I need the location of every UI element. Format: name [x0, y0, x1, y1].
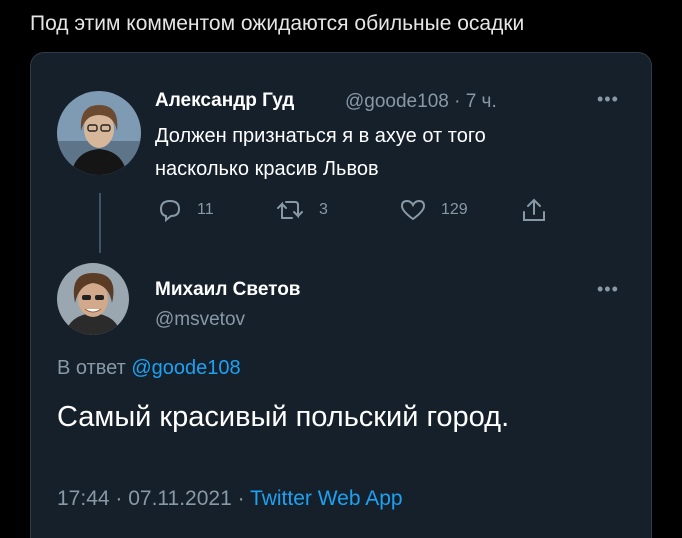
reply-handle[interactable]: @msvetov: [155, 309, 245, 331]
reply-more-icon[interactable]: •••: [597, 279, 619, 300]
parent-tweet-text: Должен признаться я в ахуе от того наско…: [155, 120, 486, 186]
thread-connector-line: [99, 193, 101, 253]
reply-author-name[interactable]: Михаил Светов: [155, 279, 300, 301]
parent-text-line2: насколько красив Львов: [155, 158, 379, 180]
like-count: 129: [441, 201, 468, 218]
parent-author-name[interactable]: Александр Гуд: [155, 90, 294, 112]
reply-icon: [159, 199, 181, 222]
parent-text-line1: Должен признаться я в ахуе от того: [155, 125, 486, 147]
retweet-icon: [277, 201, 303, 219]
share-action[interactable]: [521, 197, 547, 223]
reply-to-line: В ответ @goode108: [57, 357, 241, 380]
avatar-goode108[interactable]: [57, 91, 141, 175]
avatar-msvetov[interactable]: [57, 263, 129, 335]
reply-action[interactable]: 11: [157, 198, 214, 222]
post-caption: Под этим комментом ожидаются обильные ос…: [30, 12, 525, 35]
tweet-meta: 17:44 · 07.11.2021 · Twitter Web App: [57, 487, 403, 511]
heart-icon: [400, 199, 426, 221]
tweet-card: Александр Гуд @goode108 · 7 ч. ••• Долже…: [30, 52, 652, 538]
parent-more-icon[interactable]: •••: [597, 89, 619, 110]
retweet-action[interactable]: 3: [275, 198, 328, 222]
reply-to-prefix: В ответ: [57, 357, 126, 379]
reply-to-mention-link[interactable]: @goode108: [131, 357, 240, 379]
tweet-timestamp[interactable]: 17:44 · 07.11.2021 ·: [57, 487, 250, 510]
tweet-source-link[interactable]: Twitter Web App: [250, 487, 403, 510]
like-action[interactable]: 129: [399, 198, 468, 222]
reply-tweet-text: Самый красивый польский город.: [57, 401, 510, 433]
reply-count: 11: [197, 201, 214, 218]
retweet-count: 3: [319, 201, 328, 218]
parent-handle-time[interactable]: @goode108 · 7 ч.: [345, 91, 497, 113]
share-icon: [523, 198, 545, 221]
